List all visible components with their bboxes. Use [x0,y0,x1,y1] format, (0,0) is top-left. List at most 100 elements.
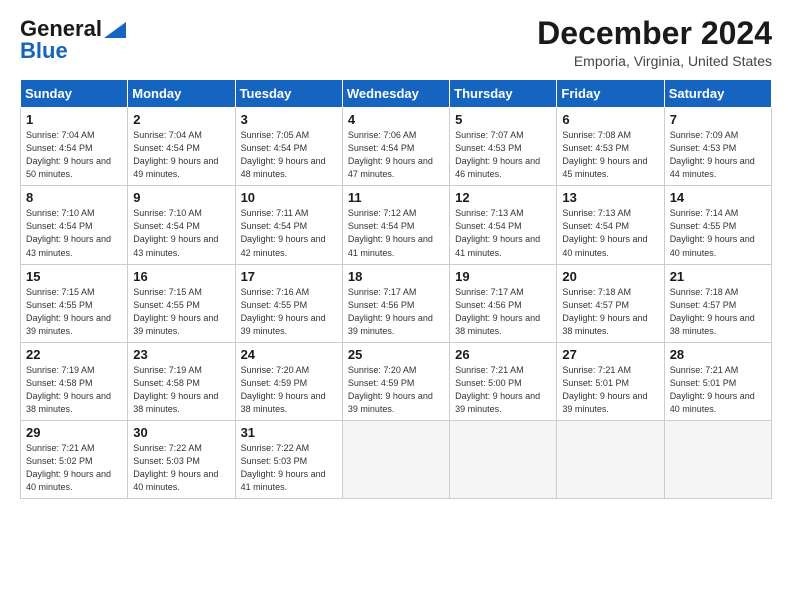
day-info: Sunrise: 7:22 AMSunset: 5:03 PMDaylight:… [133,442,229,494]
header-friday: Friday [557,80,664,108]
table-row: 15 Sunrise: 7:15 AMSunset: 4:55 PMDayligh… [21,264,128,342]
day-info: Sunrise: 7:14 AMSunset: 4:55 PMDaylight:… [670,207,766,259]
title-area: December 2024 Emporia, Virginia, United … [537,16,772,69]
day-info: Sunrise: 7:10 AMSunset: 4:54 PMDaylight:… [26,207,122,259]
day-info: Sunrise: 7:15 AMSunset: 4:55 PMDaylight:… [26,286,122,338]
day-info: Sunrise: 7:05 AMSunset: 4:54 PMDaylight:… [241,129,337,181]
day-number: 19 [455,269,551,284]
day-number: 23 [133,347,229,362]
day-number: 21 [670,269,766,284]
logo-icon [104,22,126,38]
day-number: 9 [133,190,229,205]
table-row: 27 Sunrise: 7:21 AMSunset: 5:01 PMDayligh… [557,342,664,420]
day-number: 27 [562,347,658,362]
table-row [342,420,449,498]
header-thursday: Thursday [450,80,557,108]
day-number: 7 [670,112,766,127]
header-sunday: Sunday [21,80,128,108]
day-number: 8 [26,190,122,205]
day-info: Sunrise: 7:04 AMSunset: 4:54 PMDaylight:… [26,129,122,181]
header-tuesday: Tuesday [235,80,342,108]
day-number: 26 [455,347,551,362]
day-info: Sunrise: 7:06 AMSunset: 4:54 PMDaylight:… [348,129,444,181]
day-info: Sunrise: 7:21 AMSunset: 5:01 PMDaylight:… [670,364,766,416]
day-number: 4 [348,112,444,127]
day-number: 17 [241,269,337,284]
day-info: Sunrise: 7:04 AMSunset: 4:54 PMDaylight:… [133,129,229,181]
day-info: Sunrise: 7:19 AMSunset: 4:58 PMDaylight:… [26,364,122,416]
table-row: 10 Sunrise: 7:11 AMSunset: 4:54 PMDayligh… [235,186,342,264]
day-number: 11 [348,190,444,205]
day-number: 13 [562,190,658,205]
table-row [557,420,664,498]
weekday-header-row: Sunday Monday Tuesday Wednesday Thursday… [21,80,772,108]
day-number: 25 [348,347,444,362]
day-number: 15 [26,269,122,284]
logo-blue: Blue [20,38,68,64]
day-info: Sunrise: 7:18 AMSunset: 4:57 PMDaylight:… [562,286,658,338]
table-row: 5 Sunrise: 7:07 AMSunset: 4:53 PMDaylight… [450,108,557,186]
day-number: 22 [26,347,122,362]
day-number: 5 [455,112,551,127]
day-info: Sunrise: 7:22 AMSunset: 5:03 PMDaylight:… [241,442,337,494]
table-row: 12Sunrise: 7:13 AMSunset: 4:54 PMDayligh… [450,186,557,264]
header-wednesday: Wednesday [342,80,449,108]
table-row: 28 Sunrise: 7:21 AMSunset: 5:01 PMDayligh… [664,342,771,420]
table-row [664,420,771,498]
day-info: Sunrise: 7:16 AMSunset: 4:55 PMDaylight:… [241,286,337,338]
page: General Blue December 2024 Emporia, Virg… [0,0,792,612]
calendar-week-row: 29Sunrise: 7:21 AMSunset: 5:02 PMDayligh… [21,420,772,498]
table-row: 13 Sunrise: 7:13 AMSunset: 4:54 PMDayligh… [557,186,664,264]
table-row: 19 Sunrise: 7:17 AMSunset: 4:56 PMDayligh… [450,264,557,342]
day-info: Sunrise: 7:10 AMSunset: 4:54 PMDaylight:… [133,207,229,259]
day-info: Sunrise: 7:17 AMSunset: 4:56 PMDaylight:… [348,286,444,338]
logo: General Blue [20,16,126,64]
table-row: 3Sunrise: 7:05 AMSunset: 4:54 PMDaylight… [235,108,342,186]
calendar-week-row: 1 Sunrise: 7:04 AMSunset: 4:54 PMDaylight… [21,108,772,186]
table-row: 4 Sunrise: 7:06 AMSunset: 4:54 PMDaylight… [342,108,449,186]
calendar-week-row: 15 Sunrise: 7:15 AMSunset: 4:55 PMDayligh… [21,264,772,342]
day-number: 10 [241,190,337,205]
day-info: Sunrise: 7:21 AMSunset: 5:00 PMDaylight:… [455,364,551,416]
day-number: 28 [670,347,766,362]
day-info: Sunrise: 7:07 AMSunset: 4:53 PMDaylight:… [455,129,551,181]
table-row: 9 Sunrise: 7:10 AMSunset: 4:54 PMDaylight… [128,186,235,264]
table-row: 16 Sunrise: 7:15 AMSunset: 4:55 PMDayligh… [128,264,235,342]
day-info: Sunrise: 7:11 AMSunset: 4:54 PMDaylight:… [241,207,337,259]
table-row: 20Sunrise: 7:18 AMSunset: 4:57 PMDayligh… [557,264,664,342]
table-row: 25 Sunrise: 7:20 AMSunset: 4:59 PMDayligh… [342,342,449,420]
header-saturday: Saturday [664,80,771,108]
table-row: 29Sunrise: 7:21 AMSunset: 5:02 PMDayligh… [21,420,128,498]
day-number: 1 [26,112,122,127]
header-monday: Monday [128,80,235,108]
day-info: Sunrise: 7:21 AMSunset: 5:01 PMDaylight:… [562,364,658,416]
header: General Blue December 2024 Emporia, Virg… [20,16,772,69]
table-row: 24 Sunrise: 7:20 AMSunset: 4:59 PMDayligh… [235,342,342,420]
day-number: 24 [241,347,337,362]
table-row: 22 Sunrise: 7:19 AMSunset: 4:58 PMDayligh… [21,342,128,420]
calendar-week-row: 8 Sunrise: 7:10 AMSunset: 4:54 PMDaylight… [21,186,772,264]
day-number: 31 [241,425,337,440]
table-row: 17 Sunrise: 7:16 AMSunset: 4:55 PMDayligh… [235,264,342,342]
day-info: Sunrise: 7:18 AMSunset: 4:57 PMDaylight:… [670,286,766,338]
day-info: Sunrise: 7:13 AMSunset: 4:54 PMDaylight:… [562,207,658,259]
table-row: 21 Sunrise: 7:18 AMSunset: 4:57 PMDayligh… [664,264,771,342]
day-info: Sunrise: 7:12 AMSunset: 4:54 PMDaylight:… [348,207,444,259]
day-info: Sunrise: 7:17 AMSunset: 4:56 PMDaylight:… [455,286,551,338]
day-info: Sunrise: 7:19 AMSunset: 4:58 PMDaylight:… [133,364,229,416]
table-row: 18 Sunrise: 7:17 AMSunset: 4:56 PMDayligh… [342,264,449,342]
day-number: 2 [133,112,229,127]
day-info: Sunrise: 7:13 AMSunset: 4:54 PMDaylight:… [455,207,551,259]
day-info: Sunrise: 7:20 AMSunset: 4:59 PMDaylight:… [348,364,444,416]
day-number: 18 [348,269,444,284]
day-info: Sunrise: 7:15 AMSunset: 4:55 PMDaylight:… [133,286,229,338]
day-number: 16 [133,269,229,284]
calendar-week-row: 22 Sunrise: 7:19 AMSunset: 4:58 PMDayligh… [21,342,772,420]
day-info: Sunrise: 7:08 AMSunset: 4:53 PMDaylight:… [562,129,658,181]
day-number: 30 [133,425,229,440]
day-info: Sunrise: 7:09 AMSunset: 4:53 PMDaylight:… [670,129,766,181]
table-row: 26 Sunrise: 7:21 AMSunset: 5:00 PMDayligh… [450,342,557,420]
day-info: Sunrise: 7:20 AMSunset: 4:59 PMDaylight:… [241,364,337,416]
location-subtitle: Emporia, Virginia, United States [537,53,772,69]
table-row: 2 Sunrise: 7:04 AMSunset: 4:54 PMDaylight… [128,108,235,186]
